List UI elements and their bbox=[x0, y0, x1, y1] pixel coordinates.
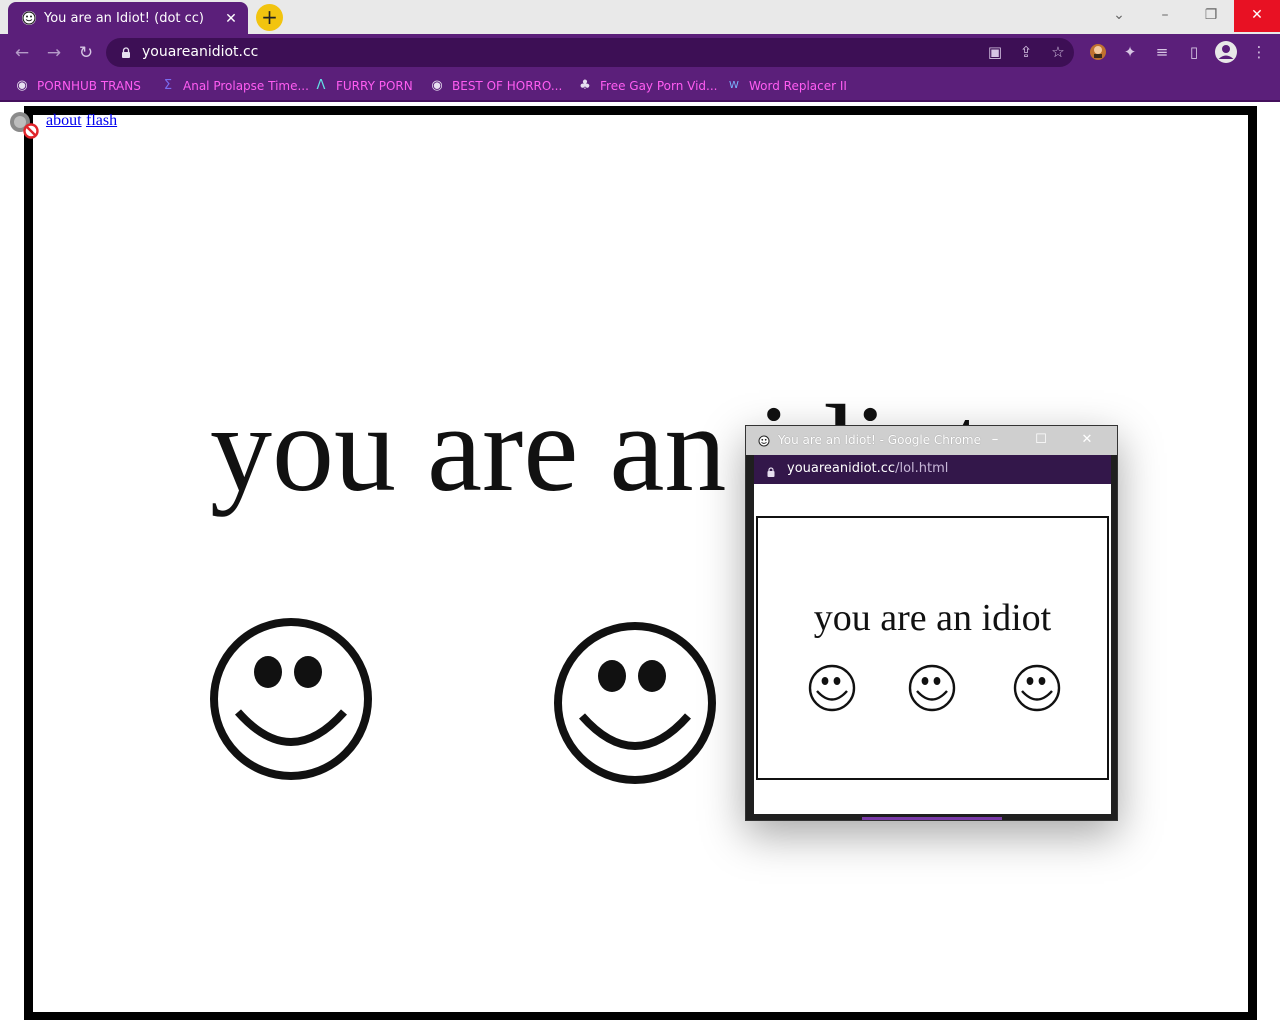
extension-avatar-icon[interactable] bbox=[1087, 42, 1109, 62]
wr-icon: W bbox=[729, 80, 739, 91]
smiley-favicon-icon bbox=[22, 11, 36, 25]
flash-link[interactable]: flash bbox=[86, 112, 117, 130]
reload-button[interactable]: ↻ bbox=[75, 42, 97, 64]
tab-close-icon[interactable]: ✕ bbox=[222, 9, 240, 27]
popup-viewport: you are an idiot bbox=[754, 484, 1111, 814]
smiley-icon bbox=[552, 620, 718, 786]
bookmark-item[interactable]: ◉ PORNHUB TRANS bbox=[14, 76, 141, 96]
sigma-icon: Σ bbox=[163, 78, 173, 93]
window-close-button[interactable]: ✕ bbox=[1234, 0, 1280, 32]
popup-url-host: youareanidiot.cc bbox=[787, 461, 896, 476]
cast-blocked-icon[interactable]: ▣ bbox=[984, 42, 1006, 62]
game-icon: ♣ bbox=[579, 78, 591, 93]
share-icon[interactable]: ⇪ bbox=[1015, 42, 1037, 62]
bookmark-label: PORNHUB TRANS bbox=[37, 79, 141, 93]
blocked-plugin-icon bbox=[8, 110, 40, 140]
lambda-icon: Λ bbox=[316, 78, 326, 93]
bookmark-item[interactable]: Σ Anal Prolapse Time... bbox=[160, 76, 309, 96]
popup-headline: you are an idiot bbox=[813, 597, 1052, 639]
bookmark-label: Free Gay Porn Vid... bbox=[600, 79, 718, 93]
smiley-icon bbox=[908, 664, 956, 712]
new-tab-button[interactable]: + bbox=[256, 4, 283, 31]
forward-button[interactable]: → bbox=[43, 42, 65, 64]
media-control-icon[interactable]: ≡ bbox=[1151, 42, 1173, 62]
side-panel-icon[interactable]: ▯ bbox=[1183, 42, 1205, 62]
back-button[interactable]: ← bbox=[11, 42, 33, 64]
address-bar[interactable]: youareanidiot.cc ▣ ⇪ ☆ bbox=[106, 38, 1074, 67]
popup-close-button[interactable]: ✕ bbox=[1076, 430, 1098, 450]
popup-window[interactable]: You are an Idiot! - Google Chrome – ☐ ✕ … bbox=[745, 425, 1118, 821]
menu-kebab-icon[interactable]: ⋮ bbox=[1248, 42, 1270, 62]
bookmarks-bar: ◉ PORNHUB TRANS Σ Anal Prolapse Time... … bbox=[0, 70, 1280, 102]
about-link[interactable]: about bbox=[46, 112, 82, 130]
popup-maximize-button[interactable]: ☐ bbox=[1030, 430, 1052, 450]
popup-minimize-button[interactable]: – bbox=[984, 430, 1006, 450]
popup-title: You are an Idiot! - Google Chrome bbox=[778, 433, 981, 447]
smiley-icon bbox=[808, 664, 856, 712]
smiley-favicon-icon bbox=[758, 434, 770, 447]
popup-url: youareanidiot.cc/lol.html bbox=[787, 461, 948, 476]
bookmark-label: BEST OF HORRO... bbox=[452, 79, 563, 93]
bookmark-item[interactable]: W Word Replacer II bbox=[726, 76, 847, 96]
bookmark-label: Anal Prolapse Time... bbox=[183, 79, 309, 93]
address-url: youareanidiot.cc bbox=[142, 44, 259, 60]
minimize-button[interactable]: – bbox=[1142, 0, 1188, 32]
tab-strip: You are an Idiot! (dot cc) ✕ + ⌄ – ❐ ✕ bbox=[0, 0, 1280, 34]
tab-search-icon[interactable]: ⌄ bbox=[1096, 0, 1142, 32]
smiley-icon bbox=[208, 616, 374, 782]
profile-avatar-icon[interactable] bbox=[1214, 40, 1238, 64]
smiley-icon bbox=[1013, 664, 1061, 712]
browser-toolbar: ← → ↻ youareanidiot.cc ▣ ⇪ ☆ ✦ ≡ ▯ ⋮ bbox=[0, 34, 1280, 70]
bookmark-star-icon[interactable]: ☆ bbox=[1047, 42, 1069, 62]
extensions-puzzle-icon[interactable]: ✦ bbox=[1119, 42, 1141, 62]
bookmark-item[interactable]: Λ FURRY PORN bbox=[313, 76, 413, 96]
bookmark-label: FURRY PORN bbox=[336, 79, 413, 93]
popup-title-bar[interactable]: You are an Idiot! - Google Chrome – ☐ ✕ bbox=[746, 426, 1117, 455]
popup-url-path: /lol.html bbox=[895, 461, 949, 476]
tab-title: You are an Idiot! (dot cc) bbox=[44, 11, 204, 26]
bookmark-item[interactable]: ◉ BEST OF HORRO... bbox=[429, 76, 562, 96]
popup-accent-line bbox=[862, 817, 1002, 820]
lock-icon bbox=[766, 464, 776, 477]
bookmark-label: Word Replacer II bbox=[749, 79, 847, 93]
lock-icon[interactable] bbox=[120, 46, 132, 58]
globe-icon: ◉ bbox=[16, 78, 28, 93]
restore-button[interactable]: ❐ bbox=[1188, 0, 1234, 32]
globe-icon: ◉ bbox=[431, 78, 443, 93]
popup-address-bar[interactable]: youareanidiot.cc/lol.html bbox=[754, 455, 1111, 484]
tab-active[interactable]: You are an Idiot! (dot cc) ✕ bbox=[8, 2, 248, 34]
bookmark-item[interactable]: ♣ Free Gay Porn Vid... bbox=[577, 76, 717, 96]
popup-content-frame: you are an idiot bbox=[756, 516, 1109, 780]
